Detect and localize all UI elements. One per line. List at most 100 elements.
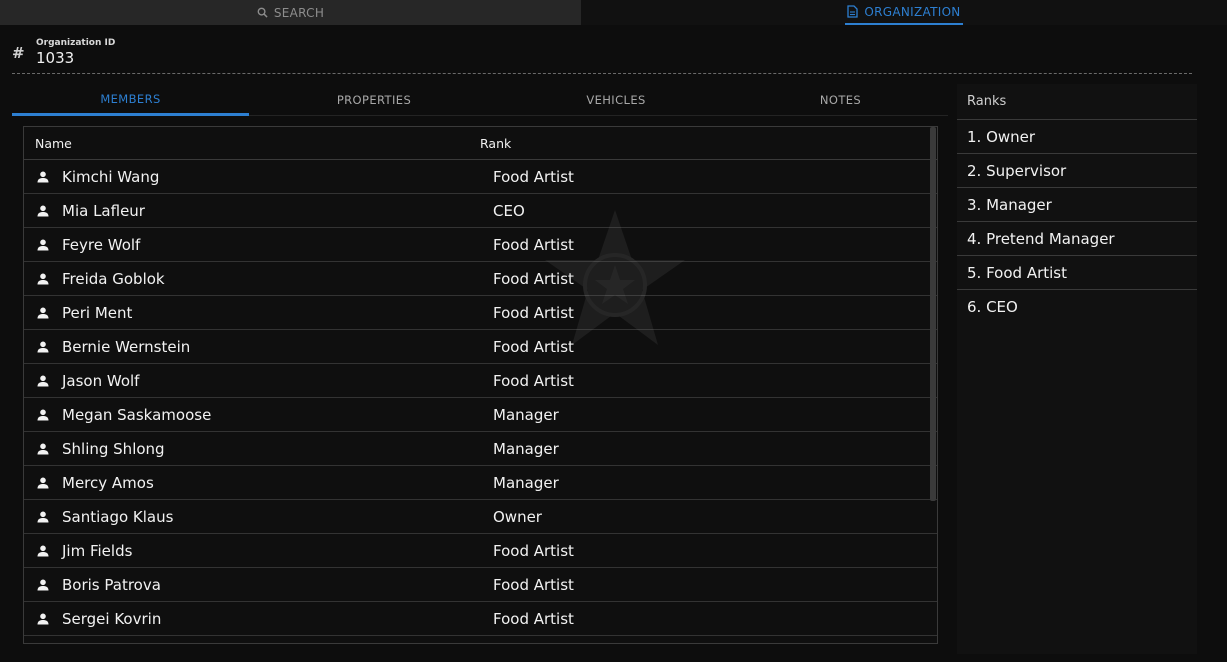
member-rank: Food Artist xyxy=(493,541,574,560)
member-name-cell: Megan Saskamoose xyxy=(24,406,493,424)
table-row[interactable]: Mercy Amos Manager xyxy=(24,466,937,500)
table-row[interactable]: Sergei Kovrin Food Artist xyxy=(24,602,937,636)
rank-item[interactable]: 3. Manager xyxy=(957,188,1197,222)
tab-notes[interactable]: NOTES xyxy=(733,84,948,116)
member-name-cell: Santiago Klaus xyxy=(24,508,493,526)
member-name: Peri Ment xyxy=(62,303,133,322)
tab-search[interactable]: SEARCH xyxy=(0,0,581,25)
table-row[interactable]: Mia Lafleur CEO xyxy=(24,194,937,228)
member-name-cell: Mercy Amos xyxy=(24,474,493,492)
hash-icon: # xyxy=(12,44,25,62)
user-icon xyxy=(36,238,50,252)
rank-item[interactable]: 5. Food Artist xyxy=(957,256,1197,290)
member-name-cell: Sergei Kovrin xyxy=(24,610,493,628)
member-name: Freida Goblok xyxy=(62,269,165,288)
user-icon xyxy=(36,272,50,286)
table-body: Kimchi Wang Food Artist Mia Lafleur CEO Feyr… xyxy=(24,160,937,636)
ranks-title: Ranks xyxy=(957,84,1197,120)
table-row[interactable]: Bernie Wernstein Food Artist xyxy=(24,330,937,364)
members-table: Name Rank Kimchi Wang Food Artist Mia Lafl… xyxy=(23,126,938,644)
member-name: Boris Patrova xyxy=(62,575,161,594)
column-header-name[interactable]: Name xyxy=(24,136,480,151)
member-rank: Food Artist xyxy=(493,269,574,288)
member-name: Shling Shlong xyxy=(62,439,165,458)
table-row[interactable]: Shling Shlong Manager xyxy=(24,432,937,466)
table-row[interactable]: Feyre Wolf Food Artist xyxy=(24,228,937,262)
member-rank: Food Artist xyxy=(493,609,574,628)
table-header: Name Rank xyxy=(24,127,937,160)
member-name-cell: Feyre Wolf xyxy=(24,236,493,254)
member-rank: Manager xyxy=(493,405,559,424)
sub-tab-bar: MEMBERS PROPERTIES VEHICLES NOTES xyxy=(12,84,948,116)
user-icon xyxy=(36,170,50,184)
member-rank: Food Artist xyxy=(493,235,574,254)
member-name: Bernie Wernstein xyxy=(62,337,191,356)
rank-item[interactable]: 6. CEO xyxy=(957,290,1197,324)
user-icon xyxy=(36,442,50,456)
member-name-cell: Mia Lafleur xyxy=(24,202,493,220)
table-row[interactable]: Kimchi Wang Food Artist xyxy=(24,160,937,194)
user-icon xyxy=(36,306,50,320)
search-icon xyxy=(257,7,268,18)
document-icon xyxy=(847,5,859,18)
member-rank: Food Artist xyxy=(493,337,574,356)
member-name: Mia Lafleur xyxy=(62,201,145,220)
member-name: Santiago Klaus xyxy=(62,507,174,526)
table-row[interactable]: Jason Wolf Food Artist xyxy=(24,364,937,398)
member-rank: CEO xyxy=(493,201,525,220)
member-rank: Manager xyxy=(493,473,559,492)
member-name: Megan Saskamoose xyxy=(62,405,212,424)
top-tab-bar: SEARCH ORGANIZATION xyxy=(0,0,1227,25)
member-rank: Food Artist xyxy=(493,167,574,186)
table-row[interactable]: Jim Fields Food Artist xyxy=(24,534,937,568)
rank-item[interactable]: 1. Owner xyxy=(957,120,1197,154)
user-icon xyxy=(36,204,50,218)
member-name-cell: Jason Wolf xyxy=(24,372,493,390)
table-row[interactable]: Freida Goblok Food Artist xyxy=(24,262,937,296)
tab-vehicles[interactable]: VEHICLES xyxy=(499,84,733,116)
table-row[interactable]: Boris Patrova Food Artist xyxy=(24,568,937,602)
tab-properties[interactable]: PROPERTIES xyxy=(249,84,499,116)
user-icon xyxy=(36,408,50,422)
tab-organization-label: ORGANIZATION xyxy=(864,4,961,19)
member-name: Jim Fields xyxy=(62,541,133,560)
member-name: Kimchi Wang xyxy=(62,167,160,186)
member-name-cell: Boris Patrova xyxy=(24,576,493,594)
tab-members[interactable]: MEMBERS xyxy=(12,84,249,116)
member-rank: Food Artist xyxy=(493,575,574,594)
user-icon xyxy=(36,476,50,490)
user-icon xyxy=(36,510,50,524)
member-rank: Owner xyxy=(493,507,542,526)
organization-id-label: Organization ID xyxy=(36,38,116,48)
member-rank: Food Artist xyxy=(493,371,574,390)
user-icon xyxy=(36,578,50,592)
member-rank: Manager xyxy=(493,439,559,458)
rank-item[interactable]: 4. Pretend Manager xyxy=(957,222,1197,256)
rank-item[interactable]: 2. Supervisor xyxy=(957,154,1197,188)
user-icon xyxy=(36,612,50,626)
member-name-cell: Kimchi Wang xyxy=(24,168,493,186)
member-name-cell: Shling Shlong xyxy=(24,440,493,458)
member-name-cell: Bernie Wernstein xyxy=(24,338,493,356)
member-name: Mercy Amos xyxy=(62,473,154,492)
tab-organization[interactable]: ORGANIZATION xyxy=(581,0,1227,25)
user-icon xyxy=(36,340,50,354)
tab-search-label: SEARCH xyxy=(273,5,325,20)
member-name-cell: Peri Ment xyxy=(24,304,493,322)
member-rank: Food Artist xyxy=(493,303,574,322)
table-row[interactable]: Santiago Klaus Owner xyxy=(24,500,937,534)
ranks-panel: Ranks 1. Owner 2. Supervisor 3. Manager 4. … xyxy=(957,84,1197,654)
table-row[interactable]: Peri Ment Food Artist xyxy=(24,296,937,330)
table-row[interactable]: Megan Saskamoose Manager xyxy=(24,398,937,432)
column-header-rank[interactable]: Rank xyxy=(480,136,511,151)
member-name-cell: Jim Fields xyxy=(24,542,493,560)
member-name: Feyre Wolf xyxy=(62,235,141,254)
user-icon xyxy=(36,544,50,558)
member-name: Jason Wolf xyxy=(62,371,140,390)
scrollbar[interactable] xyxy=(930,127,936,501)
member-name-cell: Freida Goblok xyxy=(24,270,493,288)
organization-header: # Organization ID 1033 xyxy=(12,38,1192,74)
user-icon xyxy=(36,374,50,388)
member-name: Sergei Kovrin xyxy=(62,609,162,628)
ranks-list: 1. Owner 2. Supervisor 3. Manager 4. Preten… xyxy=(957,120,1197,324)
